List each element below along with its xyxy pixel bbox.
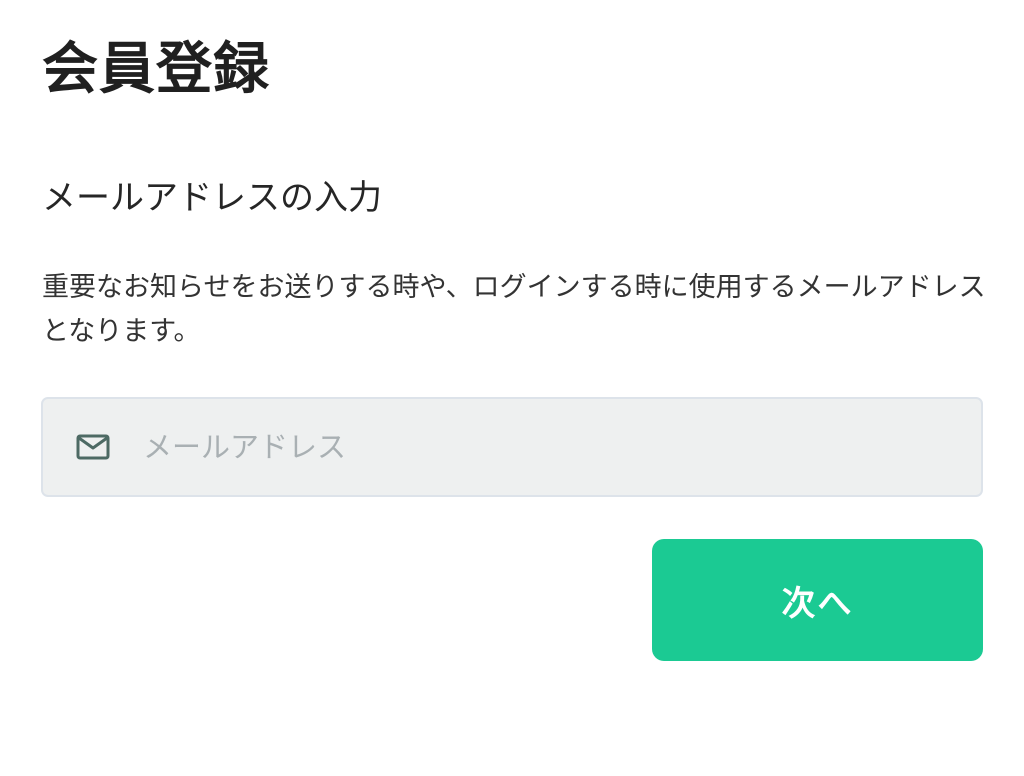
registration-page: 会員登録 メールアドレスの入力 重要なお知らせをお送りする時や、ログインする時に…: [0, 0, 1024, 776]
section-title: メールアドレスの入力: [42, 178, 382, 218]
email-field[interactable]: [41, 397, 983, 497]
next-button[interactable]: 次へ: [652, 539, 983, 661]
mail-icon: [76, 434, 110, 460]
email-input[interactable]: [143, 399, 963, 495]
page-title: 会員登録: [42, 37, 270, 102]
email-description: 重要なお知らせをお送りする時や、ログインする時に使用するメールアドレスとなります…: [42, 272, 986, 347]
